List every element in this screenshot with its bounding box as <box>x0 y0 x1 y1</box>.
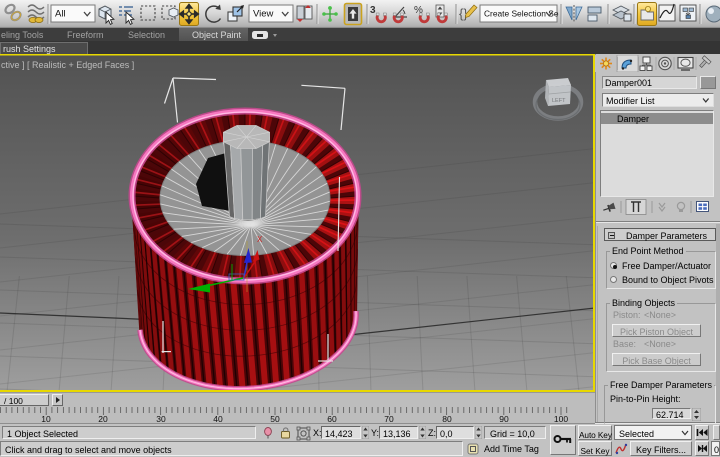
svg-text:70: 70 <box>384 414 394 424</box>
svg-text:View: View <box>253 9 274 20</box>
svg-text:3: 3 <box>370 5 376 16</box>
svg-text:90: 90 <box>499 414 509 424</box>
svg-text:20: 20 <box>98 414 108 424</box>
svg-text:ctive ] [ Realistic + Edged Fa: ctive ] [ Realistic + Edged Faces ] <box>1 60 134 70</box>
svg-text:10: 10 <box>41 414 51 424</box>
svg-text:40: 40 <box>213 414 223 424</box>
svg-text:X: X <box>257 235 263 244</box>
svg-text:50: 50 <box>270 414 280 424</box>
svg-text:80: 80 <box>442 414 452 424</box>
svg-text:60: 60 <box>327 414 337 424</box>
svg-text:All: All <box>55 9 66 20</box>
svg-text:LEFT: LEFT <box>552 98 566 104</box>
svg-text:100: 100 <box>554 414 568 424</box>
svg-text:30: 30 <box>156 414 166 424</box>
